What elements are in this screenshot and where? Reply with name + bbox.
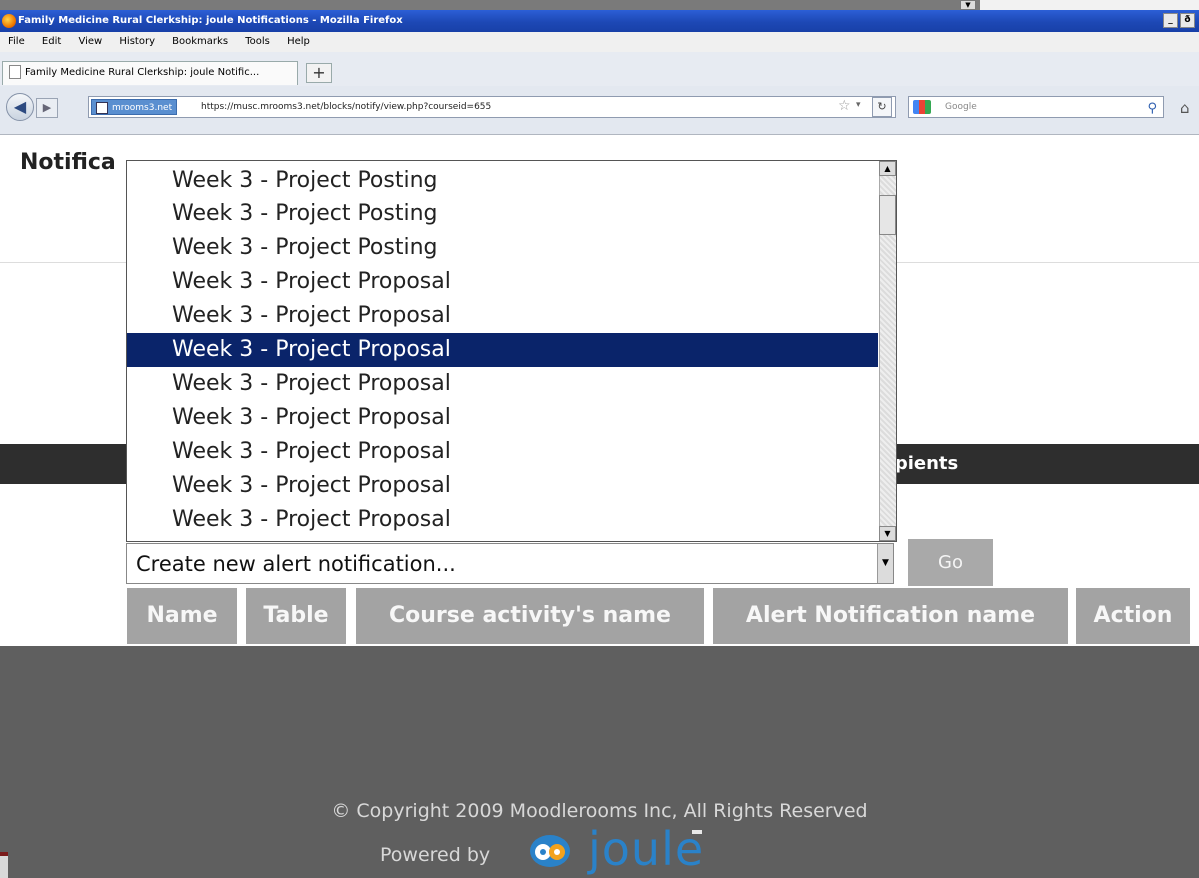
search-icon[interactable]: ⚲ (1147, 99, 1157, 119)
select-arrow-icon[interactable]: ▼ (877, 544, 893, 583)
google-icon[interactable] (913, 100, 931, 114)
forward-button[interactable]: ▶ (36, 98, 58, 118)
page-footer: © Copyright 2009 Moodlerooms Inc, All Ri… (0, 646, 1199, 878)
navigation-toolbar: ◀ ▶ mrooms3.net https://musc.mrooms3.net… (0, 86, 1199, 135)
column-header-alert-notification[interactable]: Alert Notification name (713, 588, 1068, 644)
window-title: Family Medicine Rural Clerkship: joule N… (18, 15, 403, 26)
dropdown-option[interactable]: Week 3 - Project Proposal (127, 503, 878, 537)
bookmark-star-icon[interactable]: ☆ (838, 98, 851, 114)
url-text: https://musc.mrooms3.net/blocks/notify/v… (201, 102, 492, 112)
menu-file[interactable]: File (8, 36, 25, 47)
trademark-mark (692, 830, 702, 834)
taskbar-remnant (0, 852, 8, 878)
window-titlebar: Family Medicine Rural Clerkship: joule N… (0, 10, 1199, 32)
scrollbar-thumb[interactable] (879, 195, 896, 235)
dropdown-list[interactable]: Week 3 - Project Posting Week 3 - Projec… (126, 160, 897, 542)
minimize-button[interactable]: _ (1163, 13, 1178, 28)
dropdown-option[interactable]: Week 3 - Project Proposal (127, 367, 878, 401)
scroll-up-arrow-icon[interactable]: ▲ (879, 161, 896, 176)
favicon-icon (96, 102, 108, 114)
select-value: Create new alert notification... (136, 552, 456, 576)
scroll-down-arrow-icon[interactable]: ▼ (879, 526, 896, 541)
back-button[interactable]: ◀ (6, 93, 34, 121)
new-tab-button[interactable]: + (306, 63, 332, 83)
go-button[interactable]: Go (908, 539, 993, 586)
powered-by-text: Powered by (380, 844, 491, 866)
column-header-table[interactable]: Table (246, 588, 346, 644)
reload-button[interactable]: ↻ (872, 97, 892, 117)
menu-view[interactable]: View (78, 36, 102, 47)
site-identity-button[interactable]: mrooms3.net (91, 99, 178, 115)
tab-bar: Family Medicine Rural Clerkship: joule N… (0, 52, 1199, 87)
dropdown-option[interactable]: Week 3 - Project Proposal (127, 265, 878, 299)
search-bar[interactable]: Google ⚲ (908, 96, 1164, 118)
home-icon[interactable]: ⌂ (1180, 99, 1190, 117)
search-placeholder: Google (945, 102, 977, 112)
url-bar[interactable]: mrooms3.net https://musc.mrooms3.net/blo… (88, 96, 896, 118)
dropdown-option[interactable]: Week 3 - Project Proposal (127, 469, 878, 503)
column-header-course-activity[interactable]: Course activity's name (356, 588, 704, 644)
dropdown-option[interactable]: Week 3 - Project Posting (127, 197, 878, 231)
menu-bookmarks[interactable]: Bookmarks (172, 36, 228, 47)
dropdown-option[interactable]: Week 3 - Project Posting (127, 231, 878, 265)
joule-logo-icon[interactable] (528, 832, 572, 870)
history-dropdown-icon[interactable]: ▾ (856, 100, 861, 110)
site-identity-label: mrooms3.net (112, 103, 173, 113)
dropdown-option[interactable]: Week 3 - Project Proposal (127, 299, 878, 333)
column-header-name[interactable]: Name (127, 588, 237, 644)
dropdown-option[interactable]: Week 3 - Project Posting (127, 164, 878, 198)
window-controls: _ ð (1163, 13, 1195, 28)
chevron-down-icon[interactable]: ▼ (960, 0, 976, 10)
menu-tools[interactable]: Tools (245, 36, 270, 47)
menu-help[interactable]: Help (287, 36, 310, 47)
background-window-strip: ▼ (0, 0, 1199, 10)
menu-bar: File Edit View History Bookmarks Tools H… (0, 32, 1199, 52)
background-window-area (980, 0, 1199, 10)
copyright-text: © Copyright 2009 Moodlerooms Inc, All Ri… (331, 800, 868, 822)
page-icon (9, 65, 21, 79)
alert-notification-select[interactable]: Create new alert notification... ▼ (126, 543, 894, 584)
menu-history[interactable]: History (119, 36, 155, 47)
menu-edit[interactable]: Edit (42, 36, 61, 47)
column-header-action[interactable]: Action (1076, 588, 1190, 644)
joule-logo-text: joule (588, 822, 705, 876)
tab-notifications[interactable]: Family Medicine Rural Clerkship: joule N… (2, 61, 298, 85)
page-title: Notifica (20, 150, 116, 175)
maximize-button[interactable]: ð (1180, 13, 1195, 28)
dropdown-option-selected[interactable]: Week 3 - Project Proposal (127, 333, 878, 367)
dropdown-option[interactable]: Week 3 - Project Proposal (127, 401, 878, 435)
firefox-icon (2, 14, 16, 28)
tab-title: Family Medicine Rural Clerkship: joule N… (25, 67, 260, 78)
dropdown-option[interactable]: Week 3 - Project Proposal (127, 435, 878, 469)
